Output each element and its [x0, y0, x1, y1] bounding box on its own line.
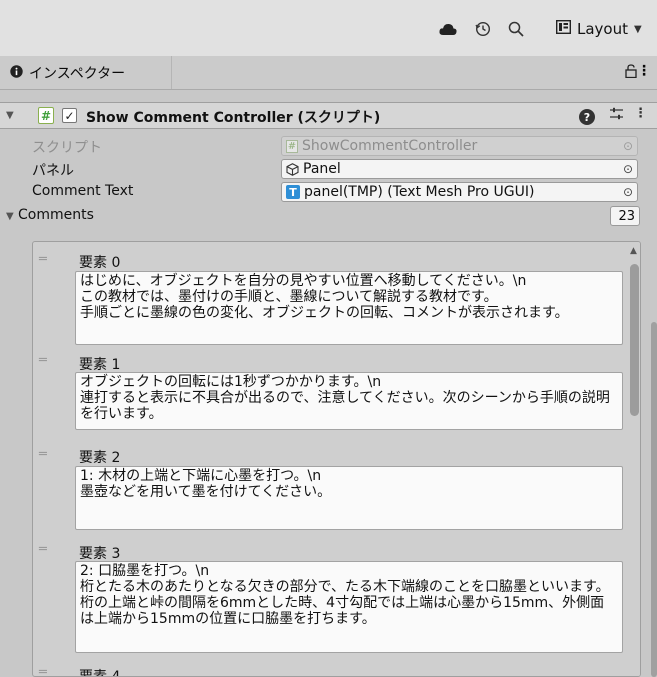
drag-handle-icon[interactable]: ═	[39, 542, 47, 557]
script-file-icon: #	[286, 139, 298, 153]
cloud-icon[interactable]	[437, 18, 459, 40]
fold-arrow-icon[interactable]: ▼	[6, 110, 14, 121]
fold-arrow-icon[interactable]: ▼	[6, 211, 14, 222]
panel-row: パネル Panel ⊙	[0, 158, 657, 180]
main-toolbar: Layout ▼	[0, 0, 657, 56]
help-icon[interactable]: ?	[579, 109, 595, 125]
element-label: 要素 4	[79, 669, 121, 677]
history-icon[interactable]	[472, 18, 494, 40]
tab-inspector[interactable]: インスペクター	[0, 56, 172, 90]
gameobject-icon	[286, 162, 299, 176]
comments-count-field[interactable]: 23	[610, 206, 640, 226]
script-value: ShowCommentController	[302, 138, 478, 154]
comment-text-value: panel(TMP) (Text Mesh Pro UGUI)	[304, 184, 535, 200]
comments-label: Comments	[18, 207, 94, 223]
element-text-area[interactable]: はじめに、オブジェクトを自分の見やすい位置へ移動してください。\n この教材では…	[75, 271, 623, 345]
element-text-area[interactable]: 2: 口脇墨を打つ。\n 桁とたる木のあたりとなる欠きの部分で、たる木下端線のこ…	[75, 561, 623, 653]
script-label: スクリプト	[32, 140, 102, 156]
drag-handle-icon[interactable]: ═	[39, 447, 47, 462]
panel-value: Panel	[303, 161, 341, 177]
component-menu-icon[interactable]: ⋮	[634, 106, 647, 121]
comment-text-label: Comment Text	[32, 183, 134, 199]
element-text-area[interactable]: 1: 木材の上端と下端に心墨を打つ。\n 墨壺などを用いて墨を付けてください。	[75, 466, 623, 530]
element-label: 要素 2	[79, 450, 121, 466]
tab-menu-icon[interactable]: ⋮	[637, 63, 651, 79]
drag-handle-icon[interactable]: ═	[39, 665, 47, 676]
script-row: スクリプト # ShowCommentController ⊙	[0, 135, 657, 157]
tab-bar: インスペクター	[0, 56, 657, 90]
element-label: 要素 0	[79, 255, 121, 271]
list-scrollbar-thumb[interactable]	[630, 264, 639, 416]
comments-list: ═ 要素 0 はじめに、オブジェクトを自分の見やすい位置へ移動してください。\n…	[32, 241, 641, 677]
chevron-down-icon: ▼	[634, 23, 642, 35]
layout-dropdown[interactable]: Layout ▼	[555, 18, 642, 40]
lock-icon[interactable]	[625, 64, 637, 82]
search-icon[interactable]	[505, 18, 527, 40]
script-icon: #	[38, 107, 54, 124]
panel-field[interactable]: Panel ⊙	[281, 159, 638, 179]
comment-text-row: Comment Text T panel(TMP) (Text Mesh Pro…	[0, 181, 657, 203]
drag-handle-icon[interactable]: ═	[39, 252, 47, 267]
comments-row[interactable]: ▼ Comments 23	[0, 205, 657, 227]
tab-label: インスペクター	[29, 66, 126, 82]
inspector-scrollbar-thumb[interactable]	[651, 322, 657, 677]
element-label: 要素 3	[79, 546, 121, 562]
object-picker-icon: ⊙	[622, 139, 633, 153]
component-enabled-checkbox[interactable]: ✓	[62, 108, 77, 123]
element-text-area[interactable]: オブジェクトの回転には1秒ずつかかります。\n 連打すると表示に不具合が出るので…	[75, 372, 623, 430]
element-label: 要素 1	[79, 357, 121, 373]
component-title: Show Comment Controller (スクリプト)	[86, 110, 381, 126]
comment-text-field[interactable]: T panel(TMP) (Text Mesh Pro UGUI) ⊙	[281, 182, 638, 202]
object-picker-icon[interactable]: ⊙	[623, 185, 633, 199]
scroll-up-icon[interactable]: ▲	[630, 246, 637, 256]
presets-icon[interactable]	[609, 106, 624, 125]
script-field: # ShowCommentController ⊙	[281, 136, 638, 156]
component-header[interactable]: ▼ # ✓ Show Comment Controller (スクリプト) ? …	[0, 102, 657, 129]
panel-label: パネル	[32, 163, 74, 179]
drag-handle-icon[interactable]: ═	[39, 353, 47, 368]
layout-icon	[555, 19, 572, 38]
layout-label: Layout	[577, 20, 628, 38]
info-icon	[10, 64, 23, 82]
object-picker-icon[interactable]: ⊙	[623, 162, 633, 176]
textmeshpro-icon: T	[286, 185, 300, 199]
